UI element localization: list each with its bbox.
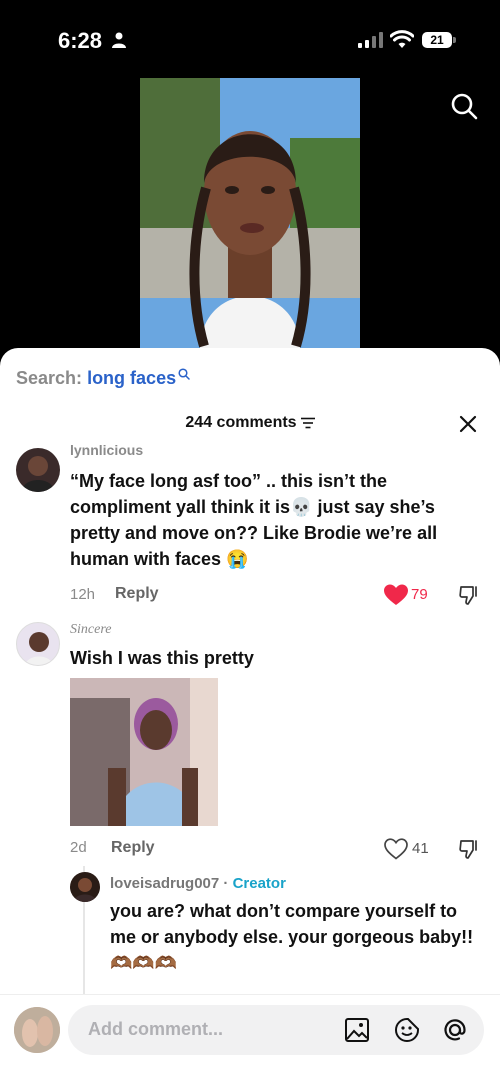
video-thumbnail — [140, 78, 360, 350]
comments-sheet: Search: long faces 244 comments lynnlici… — [0, 348, 500, 1088]
reply-username: loveisadrug007 · Creator — [110, 875, 286, 892]
reply-button[interactable]: Reply — [115, 585, 159, 603]
dislike-icon[interactable] — [459, 584, 481, 606]
reply-username-text[interactable]: loveisadrug007 — [110, 875, 219, 892]
reply-text: you are? what don’t compare yourself to … — [110, 901, 474, 973]
heart-icon[interactable] — [384, 838, 408, 860]
comments-count: 244 comments — [185, 414, 297, 431]
comment-placeholder: Add comment... — [88, 1019, 224, 1039]
like-count: 41 — [412, 840, 429, 857]
filter-icon[interactable] — [300, 417, 315, 429]
reply-separator: · — [223, 875, 229, 892]
search-label: Search: — [16, 368, 83, 388]
status-time: 6:28 — [58, 28, 103, 53]
comment-username[interactable]: Sincere — [70, 622, 111, 638]
comment-time: 2d — [70, 839, 87, 856]
like-count: 79 — [411, 586, 428, 603]
search-icon — [178, 368, 190, 380]
mention-icon[interactable] — [442, 1017, 468, 1043]
sticker-icon[interactable] — [394, 1017, 420, 1043]
comment-time: 12h — [70, 586, 96, 603]
heart-icon[interactable] — [384, 584, 408, 606]
video-frame[interactable] — [140, 78, 360, 350]
search-term[interactable]: long faces — [87, 368, 176, 388]
creator-tag: Creator — [232, 875, 286, 892]
comments-list[interactable]: lynnlicious “My face long asf too” .. th… — [0, 442, 500, 994]
avatar[interactable] — [16, 448, 60, 492]
avatar[interactable] — [70, 872, 100, 902]
image-icon[interactable] — [344, 1017, 370, 1043]
person-icon — [112, 32, 126, 48]
battery-level: 21 — [422, 32, 452, 48]
user-avatar — [14, 1007, 60, 1053]
battery-icon: 21 — [422, 30, 456, 50]
search-suggestion[interactable]: Search: long faces — [16, 368, 190, 389]
search-icon[interactable] — [450, 92, 478, 120]
comments-header: 244 comments — [0, 414, 500, 432]
reply-button[interactable]: Reply — [111, 839, 155, 857]
comment-image[interactable] — [70, 678, 218, 826]
status-bar: 6:28 21 — [0, 0, 500, 80]
avatar[interactable] — [16, 622, 60, 666]
comment-text: Wish I was this pretty — [70, 648, 254, 668]
comment-composer: Add comment... — [0, 994, 500, 1088]
comment-username[interactable]: lynnlicious — [70, 442, 143, 458]
comment-input[interactable]: Add comment... — [68, 1005, 484, 1055]
close-icon[interactable] — [458, 414, 478, 434]
signal-icon — [358, 32, 383, 48]
wifi-icon — [390, 30, 414, 48]
dislike-icon[interactable] — [459, 838, 481, 860]
comment-text: “My face long asf too” .. this isn’t the… — [70, 471, 438, 569]
